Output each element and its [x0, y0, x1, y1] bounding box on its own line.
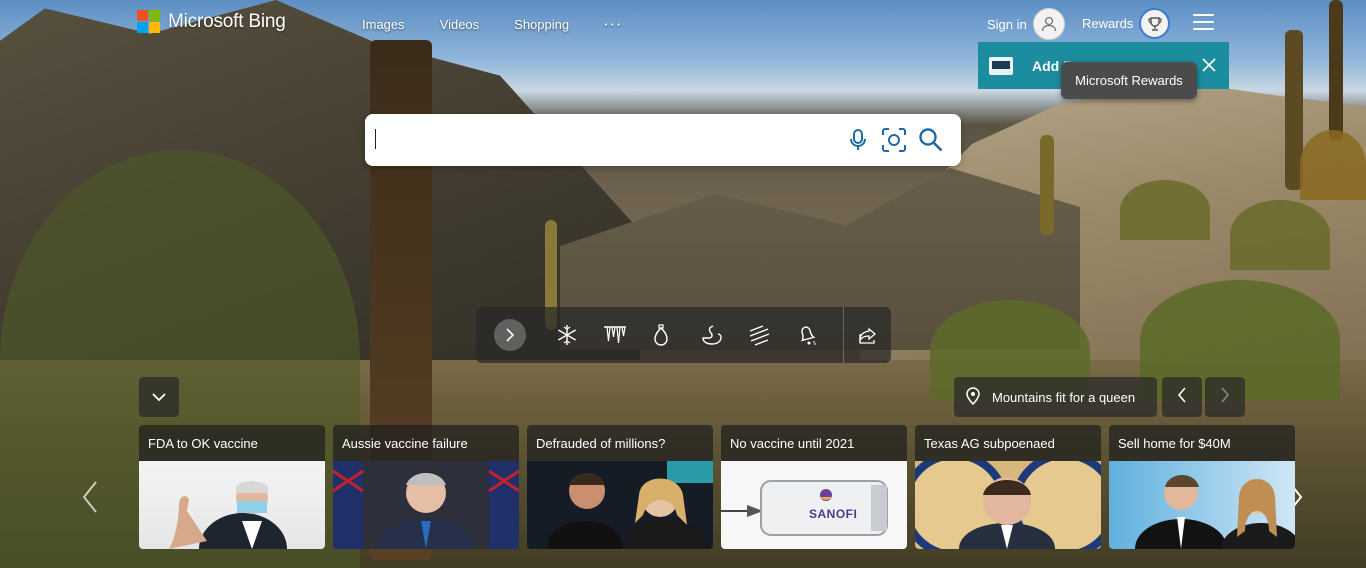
visual-search-icon[interactable]: [880, 126, 908, 154]
news-card-image: [139, 461, 325, 549]
nav-images[interactable]: Images: [362, 17, 405, 32]
image-actions-bar: [476, 307, 891, 363]
sign-in-label: Sign in: [987, 16, 1027, 32]
news-card[interactable]: Defrauded of millions?: [527, 425, 713, 549]
news-card[interactable]: FDA to OK vaccine: [139, 425, 325, 549]
actionbar-divider: [843, 307, 844, 363]
previous-image-button[interactable]: [1162, 377, 1202, 417]
snowflake-icon[interactable]: [552, 320, 582, 350]
hamburger-icon[interactable]: [1193, 14, 1214, 30]
news-carousel: FDA to OK vaccine Aussie vaccine failure: [139, 425, 1295, 549]
chevron-right-icon[interactable]: [494, 319, 526, 351]
news-card-image: [1109, 461, 1295, 549]
image-caption[interactable]: Mountains fit for a queen: [954, 377, 1157, 417]
news-card[interactable]: Aussie vaccine failure: [333, 425, 519, 549]
location-pin-icon: [966, 386, 980, 408]
news-card-image: SANOFI: [721, 461, 907, 549]
search-box: [365, 114, 961, 166]
nav-more-button[interactable]: ···: [604, 17, 623, 32]
bing-logo[interactable]: Microsoft Bing: [137, 10, 286, 33]
search-icon[interactable]: [917, 126, 945, 154]
news-scroll-left-icon[interactable]: [80, 480, 100, 514]
news-card[interactable]: No vaccine until 2021 SANOFI: [721, 425, 907, 549]
news-card-title: Sell home for $40M: [1118, 436, 1231, 451]
search-input[interactable]: [375, 122, 825, 158]
trophy-icon: [1139, 8, 1171, 39]
chevron-right-icon: [1220, 386, 1230, 408]
microsoft-logo-icon: [137, 10, 160, 33]
news-card-title: Texas AG subpoenaed: [924, 436, 1055, 451]
swan-icon[interactable]: [696, 320, 726, 350]
news-card-image: [915, 461, 1101, 549]
nav-shopping[interactable]: Shopping: [514, 17, 569, 32]
caption-text: Mountains fit for a queen: [992, 389, 1136, 405]
chevron-left-icon: [1177, 386, 1187, 408]
news-card[interactable]: Sell home for $40M: [1109, 425, 1295, 549]
top-nav: Images Videos Shopping ···: [362, 17, 658, 32]
icicles-icon[interactable]: [600, 320, 630, 350]
news-card-title: Defrauded of millions?: [536, 436, 666, 451]
news-card-image: [527, 461, 713, 549]
sanofi-label: SANOFI: [809, 507, 858, 521]
news-card-image: [333, 461, 519, 549]
browser-extension-icon: [989, 56, 1013, 75]
next-image-button[interactable]: [1205, 377, 1245, 417]
rewards-button[interactable]: Rewards: [1082, 8, 1171, 39]
header: Microsoft Bing Images Videos Shopping ··…: [0, 0, 1366, 46]
news-card-title: Aussie vaccine failure: [342, 436, 468, 451]
person-icon: [1032, 8, 1065, 40]
ornament-icon[interactable]: [646, 320, 676, 350]
news-card-title: No vaccine until 2021: [730, 436, 855, 451]
rewards-tooltip: Microsoft Rewards: [1061, 62, 1197, 99]
brand-name: Microsoft Bing: [168, 10, 286, 32]
text-caret: [375, 129, 376, 149]
nav-videos[interactable]: Videos: [440, 17, 480, 32]
close-icon[interactable]: [1199, 55, 1219, 75]
chevron-down-icon[interactable]: [139, 377, 179, 417]
news-card-title: FDA to OK vaccine: [148, 436, 258, 451]
microphone-icon[interactable]: [844, 126, 872, 154]
rewards-label: Rewards: [1082, 16, 1134, 31]
share-icon[interactable]: [853, 320, 883, 350]
sign-in-button[interactable]: Sign in: [987, 8, 1065, 40]
stripes-icon[interactable]: [744, 320, 774, 350]
news-card[interactable]: Texas AG subpoenaed: [915, 425, 1101, 549]
bell-icon[interactable]: [792, 320, 822, 350]
